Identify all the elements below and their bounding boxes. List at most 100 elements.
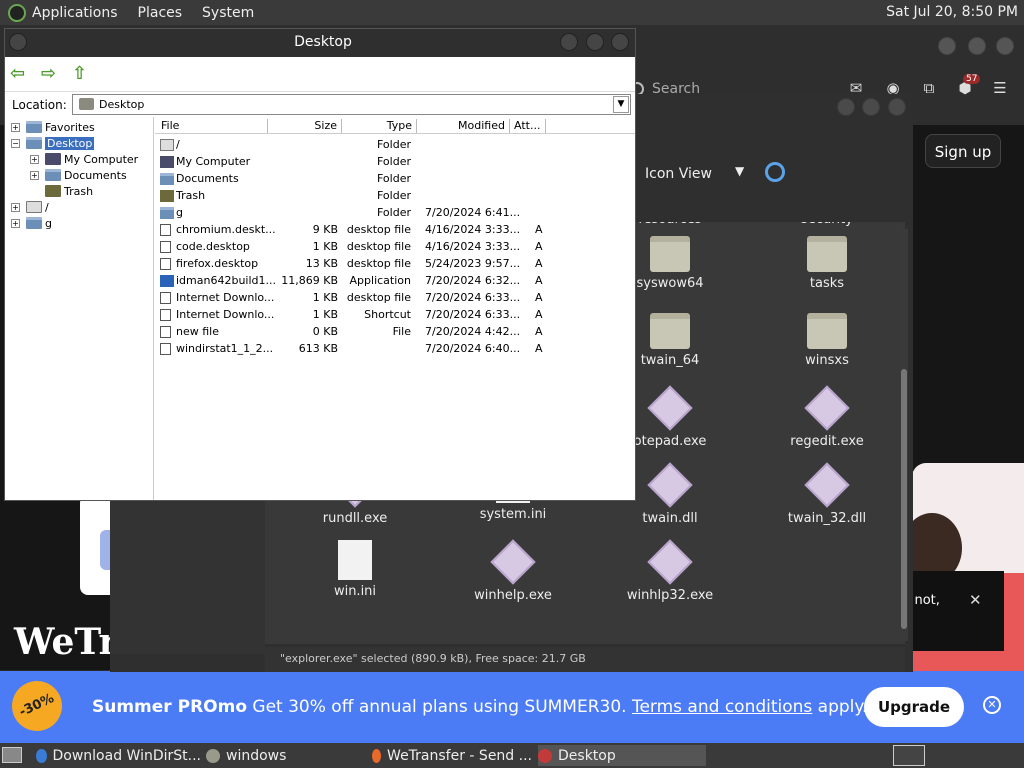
- file-row[interactable]: code.desktop 1 KB desktop file 4/16/2024 3:…: [155, 238, 635, 255]
- location-field[interactable]: Desktop ▼: [72, 94, 631, 115]
- tree-item-my-computer[interactable]: + My Computer: [30, 151, 138, 167]
- upload-card-button[interactable]: [100, 530, 110, 570]
- fm-item-label: rundll.exe: [322, 511, 388, 526]
- app-icon: [538, 748, 552, 763]
- file-att: A: [535, 308, 543, 321]
- fm-close-button[interactable]: [888, 98, 906, 116]
- taskbar-item-1[interactable]: Download WinDirSt...: [36, 745, 201, 766]
- fm-scrollbar-thumb[interactable]: [901, 369, 907, 629]
- file-row[interactable]: / Folder: [155, 136, 635, 153]
- window-toolbar: ⇦ ⇨ ⇧: [5, 57, 635, 91]
- browser-maximize-button[interactable]: [968, 37, 986, 55]
- fm-item-regedit-exe[interactable]: regedit.exe: [757, 385, 897, 463]
- column-header-type[interactable]: Type: [344, 119, 417, 133]
- close-button[interactable]: [611, 33, 629, 51]
- expander-icon[interactable]: +: [11, 202, 20, 212]
- show-desktop-icon[interactable]: [2, 747, 22, 763]
- file-row[interactable]: new file 0 KB File 7/20/2024 4:42... A: [155, 323, 635, 340]
- trash-icon: [160, 190, 174, 202]
- menu-places[interactable]: Places: [138, 5, 183, 21]
- tree-item-favorites[interactable]: + Favorites: [11, 119, 95, 135]
- expander-icon[interactable]: −: [11, 138, 20, 148]
- file-row[interactable]: My Computer Folder: [155, 153, 635, 170]
- upgrade-button[interactable]: Upgrade: [864, 687, 964, 727]
- file-size: 613 KB: [298, 342, 338, 355]
- distro-logo-icon[interactable]: [8, 3, 26, 22]
- file-row[interactable]: idman642build1... 11,869 KB Application 7/2…: [155, 272, 635, 289]
- file-name: firefox.desktop: [176, 257, 259, 270]
- fm-minimize-button[interactable]: [837, 98, 855, 116]
- tree-item-documents[interactable]: + Documents: [30, 167, 127, 183]
- column-header-size[interactable]: Size: [269, 119, 342, 133]
- file-icon: [160, 292, 171, 304]
- file-row[interactable]: chromium.deskt... 9 KB desktop file 4/16/20…: [155, 221, 635, 238]
- fm-item-tasks[interactable]: tasks: [757, 232, 897, 309]
- file-att: A: [535, 325, 543, 338]
- file-row[interactable]: firefox.desktop 13 KB desktop file 5/24/202…: [155, 255, 635, 272]
- tree-item-trash[interactable]: Trash: [30, 183, 93, 199]
- up-arrow-icon[interactable]: ⇧: [72, 65, 92, 83]
- file-list: File Size Type Modified Att... / Folder My Com…: [155, 117, 635, 500]
- signup-button[interactable]: Sign up: [925, 134, 1001, 168]
- fm-item-winsxs[interactable]: winsxs: [757, 309, 897, 386]
- folder-icon: [26, 137, 42, 149]
- file-modified: 7/20/2024 6:41...: [425, 206, 521, 219]
- terms-link[interactable]: Terms and conditions: [632, 697, 812, 717]
- fm-item-win-ini[interactable]: win.ini: [285, 540, 425, 617]
- browser-minimize-button[interactable]: [938, 37, 956, 55]
- tree-item-g[interactable]: + g: [11, 215, 52, 231]
- maximize-button[interactable]: [586, 33, 604, 51]
- file-name: Internet Downlo...: [176, 308, 275, 321]
- promo-close-icon[interactable]: ✕: [983, 696, 1001, 714]
- clock[interactable]: Sat Jul 20, 8:50 PM: [886, 4, 1018, 20]
- chevron-down-icon[interactable]: ▼: [613, 96, 629, 113]
- minimize-button[interactable]: [560, 33, 578, 51]
- folder-icon: [650, 313, 690, 349]
- tree-item-desktop[interactable]: − Desktop: [11, 135, 95, 151]
- file-row[interactable]: g Folder 7/20/2024 6:41...: [155, 204, 635, 221]
- executable-icon: [647, 462, 693, 508]
- file-row[interactable]: Internet Downlo... 1 KB desktop file 7/20/2…: [155, 289, 635, 306]
- workspace-switcher[interactable]: [893, 745, 925, 766]
- fm-item-winhlp32-exe[interactable]: winhlp32.exe: [600, 539, 740, 617]
- file-name: Internet Downlo...: [176, 291, 275, 304]
- fm-maximize-button[interactable]: [862, 98, 880, 116]
- file-row[interactable]: Documents Folder: [155, 170, 635, 187]
- file-row[interactable]: Trash Folder: [155, 187, 635, 204]
- toast-close-icon[interactable]: ✕: [969, 591, 982, 609]
- file-name: code.desktop: [176, 240, 250, 253]
- desktop-icon: [79, 98, 94, 110]
- taskbar-item-2[interactable]: windows: [206, 745, 366, 766]
- top-panel: Applications Places System Sat Jul 20, 8…: [0, 0, 1024, 25]
- extensions-icon[interactable]: ⧉: [920, 79, 938, 97]
- menu-applications[interactable]: Applications: [32, 5, 118, 21]
- fm-item-twain-32-dll[interactable]: twain_32.dll: [757, 462, 897, 540]
- menu-system[interactable]: System: [202, 5, 254, 21]
- taskbar-item-4[interactable]: Desktop: [538, 745, 706, 766]
- file-type: Folder: [377, 189, 411, 202]
- expander-icon[interactable]: +: [11, 122, 20, 132]
- file-row[interactable]: Internet Downlo... 1 KB Shortcut 7/20/2024 …: [155, 306, 635, 323]
- forward-arrow-icon[interactable]: ⇨: [41, 65, 61, 83]
- column-header-att[interactable]: Att...: [514, 119, 546, 133]
- expander-icon[interactable]: +: [11, 218, 20, 228]
- taskbar-item-3[interactable]: WeTransfer - Send ...: [372, 745, 532, 766]
- column-header-modified[interactable]: Modified: [419, 119, 510, 133]
- column-header-file[interactable]: File: [161, 119, 268, 133]
- promo-text: Summer PROmo Get 30% off annual plans us…: [92, 697, 867, 717]
- expander-icon[interactable]: +: [30, 170, 39, 180]
- fm-scrollbar[interactable]: [900, 229, 908, 641]
- tree-item-[interactable]: + /: [11, 199, 49, 215]
- back-arrow-icon[interactable]: ⇦: [10, 65, 30, 83]
- search-icon[interactable]: [765, 162, 785, 182]
- expander-icon[interactable]: +: [30, 154, 39, 164]
- window-titlebar[interactable]: Desktop: [5, 29, 635, 57]
- file-modified: 7/20/2024 6:32...: [425, 274, 521, 287]
- hamburger-menu-icon[interactable]: ☰: [991, 79, 1009, 97]
- fm-item-winhelp-exe[interactable]: winhelp.exe: [443, 539, 583, 617]
- view-mode-select[interactable]: Icon View: [645, 166, 712, 182]
- browser-close-button[interactable]: [996, 37, 1014, 55]
- file-row[interactable]: windirstat1_1_2... 613 KB 7/20/2024 6:40..…: [155, 340, 635, 357]
- file-size: 0 KB: [312, 325, 338, 338]
- chevron-down-icon[interactable]: ▼: [735, 164, 744, 178]
